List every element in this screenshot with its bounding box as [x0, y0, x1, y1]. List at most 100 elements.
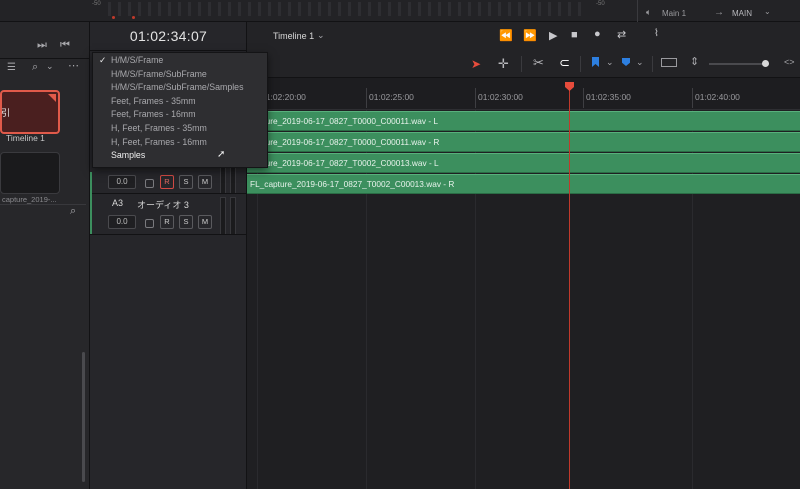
- record-arm-button[interactable]: R: [160, 215, 174, 229]
- media-pool-panel: ⏭ ⏮ ☰ ⌕ ⌄ ⋯ 引 Timeline 1 capture_2019-..…: [0, 22, 90, 489]
- divider: [521, 56, 522, 72]
- chevron-down-icon[interactable]: ⌄: [317, 30, 325, 41]
- meter-bank: [108, 0, 588, 18]
- meter-scale-right: -50: [596, 1, 605, 7]
- playhead-line: [569, 84, 570, 489]
- menu-item-h-feet-frames-16mm[interactable]: H, Feet, Frames - 16mm: [93, 136, 269, 150]
- chevron-down-icon[interactable]: ⌄: [764, 7, 771, 16]
- meter-peak-dot: [132, 16, 135, 19]
- skip-back-icon[interactable]: ⏮: [60, 40, 70, 51]
- divider: [90, 50, 247, 51]
- solo-button[interactable]: S: [179, 175, 193, 189]
- ruler-tick-label: 01:02:30:00: [478, 92, 523, 102]
- menu-item-label: Feet, Frames - 16mm: [111, 109, 196, 120]
- chevron-down-icon[interactable]: ⌄: [606, 57, 614, 68]
- range-tool-icon[interactable]: ✛: [498, 56, 509, 72]
- blade-tool-icon[interactable]: ✂: [533, 55, 544, 71]
- fast-forward-icon[interactable]: ⏩: [523, 29, 537, 42]
- audio-meter-strip: -50 -50 🔈︎ Main 1 → MAIN ⌄: [0, 0, 800, 22]
- track-level-meter: [220, 166, 226, 194]
- track-volume[interactable]: 0.0: [108, 175, 136, 189]
- zoom-expand-icon[interactable]: ⇕: [690, 55, 699, 68]
- clip-label: capture_2019-...: [2, 195, 57, 204]
- track-id: A3: [112, 198, 124, 208]
- audio-clip[interactable]: capture_2019-06-17_0827_T0000_C00011.wav…: [247, 132, 800, 153]
- checkmark-icon: ✓: [99, 55, 107, 65]
- mouse-cursor-icon: ➚: [217, 149, 226, 160]
- solo-button[interactable]: S: [179, 215, 193, 229]
- meter-peak-dot: [112, 16, 115, 19]
- automation-icon[interactable]: ⌇: [654, 28, 659, 39]
- clip-name: capture_2019-06-17_0827_T0002_C00013.wav…: [250, 158, 439, 168]
- timeline-name-select[interactable]: Timeline 1: [273, 31, 314, 41]
- chevron-down-icon[interactable]: ⌄: [46, 62, 54, 71]
- rewind-icon[interactable]: ⏪: [499, 29, 513, 42]
- menu-item-hms-frame[interactable]: ✓ H/M/S/Frame: [93, 54, 269, 68]
- zoom-slider[interactable]: [709, 63, 769, 65]
- track-height-icon[interactable]: [661, 58, 677, 67]
- skip-forward-icon[interactable]: ⏭: [37, 40, 47, 51]
- divider: [90, 193, 247, 194]
- pool-toolbar: ☰ ⌕ ⌄ ⋯: [0, 59, 90, 77]
- track-name[interactable]: オーディオ 3: [137, 198, 189, 211]
- mute-button[interactable]: M: [198, 215, 212, 229]
- clip-thumbnail[interactable]: [0, 152, 60, 194]
- play-icon[interactable]: ▶: [549, 29, 557, 42]
- menu-item-label: H/M/S/Frame: [111, 55, 164, 65]
- track-volume[interactable]: 0.0: [108, 215, 136, 229]
- menu-item-h-feet-frames-35mm[interactable]: H, Feet, Frames - 35mm: [93, 122, 269, 136]
- snapping-icon[interactable]: ⊂: [559, 55, 570, 71]
- main-bus-select[interactable]: MAIN: [732, 9, 752, 18]
- ruler-tick-label: 01:02:35:00: [586, 92, 631, 102]
- search-icon[interactable]: ⌕: [70, 206, 76, 217]
- flag-icon[interactable]: [592, 57, 599, 67]
- divider: [90, 234, 247, 235]
- divider: [637, 0, 638, 22]
- track-color-strip: [90, 172, 92, 234]
- search-icon[interactable]: ⌕: [32, 62, 38, 73]
- timeline-panel: Timeline 1 ⌄ ⏪ ⏩ ▶ ■ ● ⇄ ⌇ ➤ ✛ ✂ ⊂ ⌄ ⌄ ⇕: [247, 22, 800, 489]
- menu-item-label: Feet, Frames - 35mm: [111, 95, 196, 106]
- chevron-down-icon[interactable]: ⌄: [636, 57, 644, 68]
- loop-icon[interactable]: ⇄: [617, 28, 626, 41]
- thumbnail-glyph: 引: [1, 108, 11, 118]
- menu-item-feet-frames-16mm[interactable]: Feet, Frames - 16mm: [93, 108, 269, 122]
- menu-item-label: H, Feet, Frames - 35mm: [111, 123, 207, 133]
- audio-clip[interactable]: capture_2019-06-17_0827_T0002_C00013.wav…: [247, 153, 800, 174]
- speaker-icon: 🔈︎: [646, 7, 652, 17]
- timecode-ruler[interactable]: 01:02:20:00 01:02:25:00 01:02:30:00 01:0…: [247, 78, 800, 110]
- audio-clip[interactable]: capture_2019-06-17_0827_T0000_C00011.wav…: [247, 111, 800, 132]
- main1-label: Main 1: [662, 9, 687, 18]
- selection-tool-icon[interactable]: ➤: [471, 57, 481, 71]
- clip-name: capture_2019-06-17_0827_T0000_C00011.wav…: [250, 137, 440, 147]
- track-row-a2-controls: 0.0 R S M: [90, 166, 247, 194]
- pool-nav-bar: ⏭ ⏮: [0, 36, 90, 54]
- menu-item-feet-frames-35mm[interactable]: Feet, Frames - 35mm: [93, 95, 269, 109]
- menu-item-label: H/M/S/Frame/SubFrame: [111, 68, 207, 79]
- code-view-icon[interactable]: <>: [784, 57, 795, 67]
- menu-item-hms-frame-subframe-samples[interactable]: H/M/S/Frame/SubFrame/Samples: [93, 81, 269, 95]
- menu-item-samples[interactable]: Samples: [93, 149, 269, 163]
- audio-clip[interactable]: FL_capture_2019-06-17_0827_T0002_C00013.…: [247, 174, 800, 195]
- record-icon[interactable]: ●: [594, 28, 601, 40]
- timeline-header: Timeline 1 ⌄ ⏪ ⏩ ▶ ■ ● ⇄ ⌇: [247, 22, 800, 50]
- meter-scale-left: -50: [92, 1, 101, 7]
- ruler-tick-label: 01:02:40:00: [695, 92, 740, 102]
- lock-icon[interactable]: [145, 219, 154, 228]
- more-options-icon[interactable]: ⋯: [68, 61, 79, 72]
- record-arm-button[interactable]: R: [160, 175, 174, 189]
- marker-icon[interactable]: [622, 58, 630, 66]
- track-row-a3-controls: 0.0 R S M: [90, 213, 247, 235]
- scrollbar[interactable]: [82, 352, 85, 482]
- list-view-icon[interactable]: ☰: [7, 63, 16, 73]
- zoom-slider-handle[interactable]: [762, 60, 769, 67]
- lock-icon[interactable]: [145, 179, 154, 188]
- mute-button[interactable]: M: [198, 175, 212, 189]
- divider: [652, 56, 653, 72]
- menu-item-label: H/M/S/Frame/SubFrame/Samples: [111, 82, 244, 93]
- menu-item-hms-frame-subframe[interactable]: H/M/S/Frame/SubFrame: [93, 68, 269, 82]
- timeline-thumbnail[interactable]: 引: [0, 90, 60, 134]
- stop-icon[interactable]: ■: [571, 29, 578, 41]
- timecode-display[interactable]: 01:02:34:07: [90, 28, 247, 44]
- edit-toolbar: ➤ ✛ ✂ ⊂ ⌄ ⌄ ⇕ <>: [247, 50, 800, 78]
